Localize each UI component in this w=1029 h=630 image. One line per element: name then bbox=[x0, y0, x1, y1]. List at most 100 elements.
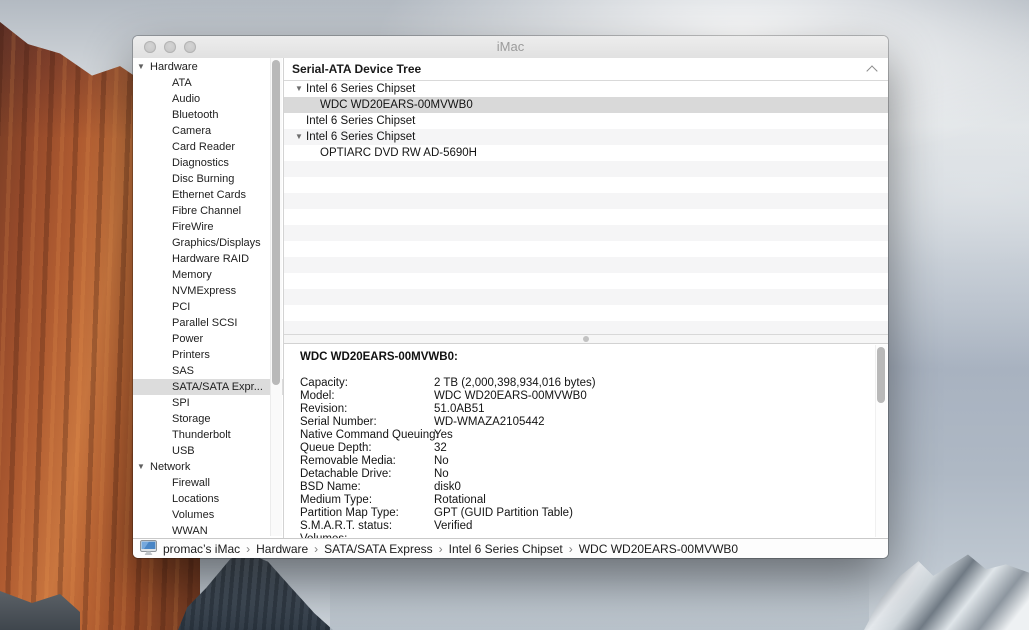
breadcrumb-separator: › bbox=[246, 542, 250, 556]
disclosure-triangle-icon[interactable]: ▼ bbox=[137, 459, 145, 475]
sidebar-item-parallel-scsi[interactable]: Parallel SCSI bbox=[133, 315, 283, 331]
breadcrumb-item-device[interactable]: WDC WD20EARS-00MVWB0 bbox=[579, 542, 738, 556]
breadcrumb-item-hardware[interactable]: Hardware bbox=[256, 542, 308, 556]
tree-row-optiarc-dvd[interactable]: OPTIARC DVD RW AD-5690H bbox=[284, 145, 888, 161]
sidebar-item-nvmexpress[interactable]: NVMExpress bbox=[133, 283, 283, 299]
detail-value: disk0 bbox=[434, 481, 868, 494]
detail-value: GPT (GUID Partition Table) bbox=[434, 507, 868, 520]
detail-label: BSD Name: bbox=[300, 481, 434, 494]
sidebar-item-diagnostics[interactable]: Diagnostics bbox=[133, 155, 283, 171]
detail-value: Yes bbox=[434, 429, 868, 442]
detail-label: Native Command Queuing: bbox=[300, 429, 434, 442]
sidebar-item-storage[interactable]: Storage bbox=[133, 411, 283, 427]
detail-label: Revision: bbox=[300, 403, 434, 416]
detail-row: Queue Depth:32 bbox=[300, 442, 868, 455]
detail-row: Model:WDC WD20EARS-00MVWB0 bbox=[300, 390, 868, 403]
sidebar-item-memory[interactable]: Memory bbox=[133, 267, 283, 283]
detail-label: Model: bbox=[300, 390, 434, 403]
detail-row: Serial Number:WD-WMAZA2105442 bbox=[300, 416, 868, 429]
main-pane: Serial-ATA Device Tree ▼Intel 6 Series C… bbox=[284, 58, 888, 538]
sidebar-scrollbar-thumb[interactable] bbox=[272, 60, 280, 385]
sidebar-item-spi[interactable]: SPI bbox=[133, 395, 283, 411]
sidebar-scrollbar[interactable] bbox=[270, 58, 282, 536]
detail-label: Capacity: bbox=[300, 377, 434, 390]
detail-label: S.M.A.R.T. status: bbox=[300, 520, 434, 533]
device-tree: ▼Intel 6 Series Chipset WDC WD20EARS-00M… bbox=[284, 81, 888, 161]
sidebar-item-sas[interactable]: SAS bbox=[133, 363, 283, 379]
breadcrumb-separator: › bbox=[439, 542, 443, 556]
tree-row-intel-chipset-2[interactable]: Intel 6 Series Chipset bbox=[284, 113, 888, 129]
title-bar[interactable]: iMac bbox=[133, 36, 888, 59]
breadcrumb-separator: › bbox=[314, 542, 318, 556]
disclosure-triangle-icon[interactable]: ▼ bbox=[137, 59, 145, 75]
detail-label: Serial Number: bbox=[300, 416, 434, 429]
disclosure-triangle-icon[interactable]: ▼ bbox=[295, 81, 303, 97]
detail-value: No bbox=[434, 455, 868, 468]
tree-row-intel-chipset-3[interactable]: ▼Intel 6 Series Chipset bbox=[284, 129, 888, 145]
detail-row: Capacity:2 TB (2,000,398,934,016 bytes) bbox=[300, 377, 868, 390]
imac-icon bbox=[140, 540, 157, 558]
detail-title: WDC WD20EARS-00MVWB0: bbox=[300, 351, 868, 363]
detail-value: Verified bbox=[434, 520, 868, 533]
device-tree-header[interactable]: Serial-ATA Device Tree bbox=[284, 58, 888, 81]
sidebar-item-locations[interactable]: Locations bbox=[133, 491, 283, 507]
tree-row-wdc-disk[interactable]: WDC WD20EARS-00MVWB0 bbox=[284, 97, 888, 113]
detail-value: 2 TB (2,000,398,934,016 bytes) bbox=[434, 377, 868, 390]
detail-pane: WDC WD20EARS-00MVWB0: Capacity:2 TB (2,0… bbox=[284, 344, 888, 538]
detail-label: Partition Map Type: bbox=[300, 507, 434, 520]
sidebar-item-volumes[interactable]: Volumes bbox=[133, 507, 283, 523]
detail-scrollbar[interactable] bbox=[875, 345, 887, 537]
detail-value: 32 bbox=[434, 442, 868, 455]
sidebar-item-thunderbolt[interactable]: Thunderbolt bbox=[133, 427, 283, 443]
device-tree-empty-rows bbox=[284, 161, 888, 334]
detail-scrollbar-thumb[interactable] bbox=[877, 347, 885, 403]
sidebar-item-audio[interactable]: Audio bbox=[133, 91, 283, 107]
desktop: iMac ▼Hardware ATA Audio Bluetooth Camer… bbox=[0, 0, 1029, 630]
detail-label: Removable Media: bbox=[300, 455, 434, 468]
status-bar: promac’s iMac › Hardware › SATA/SATA Exp… bbox=[133, 538, 888, 558]
wallpaper-mist bbox=[330, 560, 869, 630]
sidebar-item-graphics-displays[interactable]: Graphics/Displays bbox=[133, 235, 283, 251]
detail-row: Detachable Drive:No bbox=[300, 468, 868, 481]
breadcrumb-item-computer[interactable]: promac’s iMac bbox=[163, 542, 240, 556]
collapse-chevron-icon[interactable] bbox=[866, 65, 877, 76]
sidebar-item-ethernet-cards[interactable]: Ethernet Cards bbox=[133, 187, 283, 203]
sidebar-item-power[interactable]: Power bbox=[133, 331, 283, 347]
sidebar-item-fibre-channel[interactable]: Fibre Channel bbox=[133, 203, 283, 219]
detail-rows: Capacity:2 TB (2,000,398,934,016 bytes) … bbox=[300, 377, 868, 538]
detail-row: Partition Map Type:GPT (GUID Partition T… bbox=[300, 507, 868, 520]
sidebar-item-printers[interactable]: Printers bbox=[133, 347, 283, 363]
window-title: iMac bbox=[133, 36, 888, 58]
sidebar-item-firewall[interactable]: Firewall bbox=[133, 475, 283, 491]
splitter-handle-icon[interactable] bbox=[583, 336, 589, 342]
detail-value: 51.0AB51 bbox=[434, 403, 868, 416]
detail-label: Queue Depth: bbox=[300, 442, 434, 455]
sidebar-item-card-reader[interactable]: Card Reader bbox=[133, 139, 283, 155]
disclosure-triangle-icon[interactable]: ▼ bbox=[295, 129, 303, 145]
sidebar-item-hardware-raid[interactable]: Hardware RAID bbox=[133, 251, 283, 267]
breadcrumb-item-sata[interactable]: SATA/SATA Express bbox=[324, 542, 432, 556]
sidebar-item-network[interactable]: ▼Network bbox=[133, 459, 283, 475]
pane-splitter[interactable] bbox=[284, 334, 888, 344]
breadcrumb: promac’s iMac › Hardware › SATA/SATA Exp… bbox=[140, 539, 738, 558]
sidebar-item-sata-sata-express[interactable]: SATA/SATA Expr... bbox=[133, 379, 283, 395]
sidebar-item-bluetooth[interactable]: Bluetooth bbox=[133, 107, 283, 123]
detail-row: BSD Name:disk0 bbox=[300, 481, 868, 494]
sidebar-item-firewire[interactable]: FireWire bbox=[133, 219, 283, 235]
detail-value: No bbox=[434, 468, 868, 481]
sidebar-item-usb[interactable]: USB bbox=[133, 443, 283, 459]
breadcrumb-item-chipset[interactable]: Intel 6 Series Chipset bbox=[449, 542, 563, 556]
breadcrumb-separator: › bbox=[569, 542, 573, 556]
sidebar-item-disc-burning[interactable]: Disc Burning bbox=[133, 171, 283, 187]
system-information-window: iMac ▼Hardware ATA Audio Bluetooth Camer… bbox=[133, 36, 888, 558]
window-content: ▼Hardware ATA Audio Bluetooth Camera Car… bbox=[133, 58, 888, 538]
sidebar-item-wwan[interactable]: WWAN bbox=[133, 523, 283, 538]
tree-row-intel-chipset-1[interactable]: ▼Intel 6 Series Chipset bbox=[284, 81, 888, 97]
sidebar-item-hardware[interactable]: ▼Hardware bbox=[133, 59, 283, 75]
detail-label: Medium Type: bbox=[300, 494, 434, 507]
sidebar-item-ata[interactable]: ATA bbox=[133, 75, 283, 91]
sidebar-item-pci[interactable]: PCI bbox=[133, 299, 283, 315]
detail-label: Detachable Drive: bbox=[300, 468, 434, 481]
sidebar-item-camera[interactable]: Camera bbox=[133, 123, 283, 139]
category-list: ▼Hardware ATA Audio Bluetooth Camera Car… bbox=[133, 59, 283, 538]
